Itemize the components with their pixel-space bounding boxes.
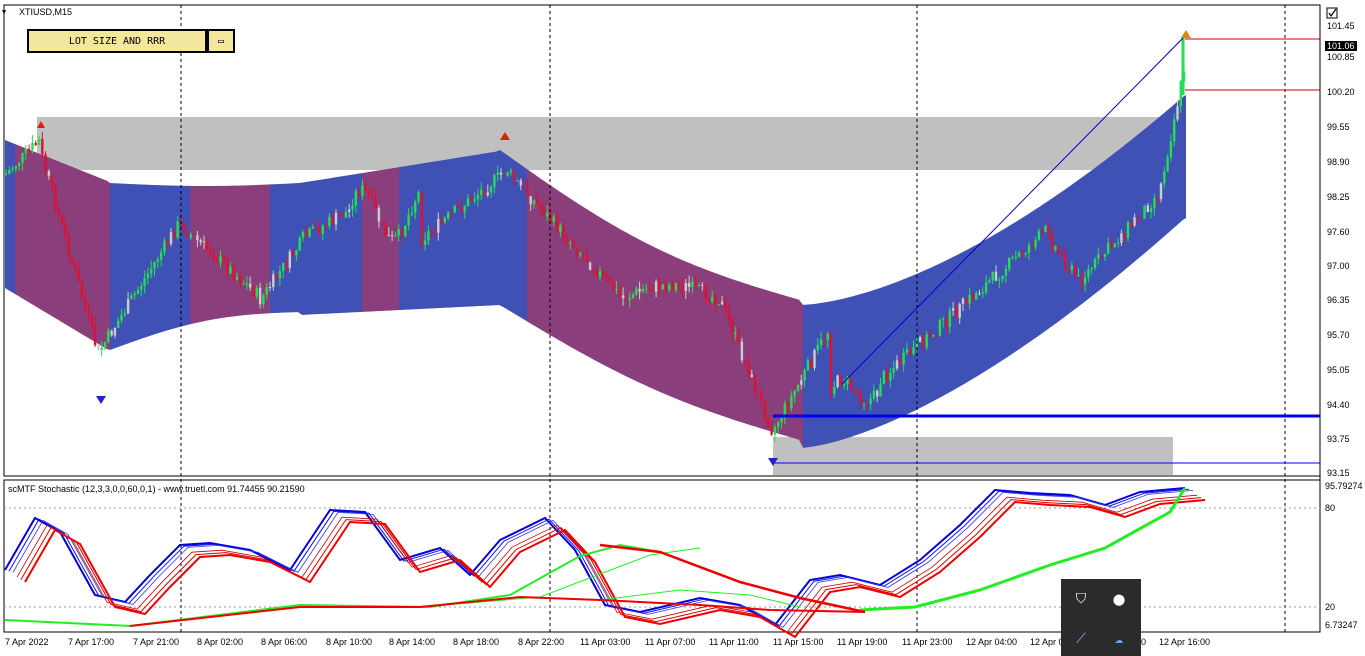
settings-app-icon[interactable]: ⬤ <box>1109 589 1129 609</box>
time-axis-label: 8 Apr 22:00 <box>518 637 565 647</box>
calculator-button[interactable]: ▭ <box>207 29 235 53</box>
price-axis-label: 94.40 <box>1327 400 1350 410</box>
time-axis-label: 8 Apr 06:00 <box>261 637 308 647</box>
price-axis-label: 100.20 <box>1327 87 1355 97</box>
price-axis-label: 100.85 <box>1327 52 1355 62</box>
price-axis-label: 98.25 <box>1327 192 1350 202</box>
time-axis-label: 7 Apr 2022 <box>5 637 49 647</box>
time-axis-label: 8 Apr 02:00 <box>197 637 244 647</box>
feather-app-icon[interactable]: ⟋ <box>1071 629 1091 649</box>
time-axis-label: 8 Apr 18:00 <box>453 637 500 647</box>
price-axis-label: 95.70 <box>1327 330 1350 340</box>
time-axis-label: 12 Apr 16:00 <box>1159 637 1211 647</box>
chart-title: XTIUSD,M15 <box>19 7 73 17</box>
time-axis-label: 12 Apr 04:00 <box>966 637 1018 647</box>
price-axis-label: 97.60 <box>1327 227 1350 237</box>
ind-scale-top: 95.79274 <box>1325 481 1363 491</box>
ind-scale-bottom: 6.73247 <box>1325 620 1358 630</box>
time-axis-label: 11 Apr 15:00 <box>773 637 824 647</box>
ind-scale-80: 80 <box>1325 503 1336 513</box>
defender-icon[interactable]: ⛉ <box>1071 589 1091 609</box>
demand-zone <box>773 437 1173 475</box>
lot-size-rrr-button[interactable]: LOT SIZE AND RRR <box>27 29 207 53</box>
supply-zone <box>37 117 1182 170</box>
price-chart[interactable] <box>0 0 1365 656</box>
price-axis-label: 98.90 <box>1327 157 1350 167</box>
price-axis-label: 101.45 <box>1327 21 1355 31</box>
price-axis-label: 93.15 <box>1327 468 1350 478</box>
time-axis-label: 11 Apr 23:00 <box>902 637 953 647</box>
time-axis-label: 8 Apr 10:00 <box>326 637 373 647</box>
price-axis-label: 99.55 <box>1327 122 1350 132</box>
cloud-icon[interactable]: ☁ <box>1109 629 1129 649</box>
price-axis-label: 96.35 <box>1327 295 1350 305</box>
system-tray-popup[interactable]: ⛉ ⬤ ⟋ ☁ <box>1061 579 1141 656</box>
band-segment <box>190 184 270 325</box>
time-axis-label: 7 Apr 21:00 <box>133 637 180 647</box>
time-axis-label: 8 Apr 14:00 <box>389 637 436 647</box>
time-axis-label: 11 Apr 11:00 <box>709 637 759 647</box>
price-axis-label: 95.05 <box>1327 365 1350 375</box>
indicator-title: scMTF Stochastic (12,3,3,0,0,60,0,1) - w… <box>8 484 305 494</box>
chart-symbol-menu[interactable]: ▼ <box>2 8 6 16</box>
time-axis-label: 7 Apr 17:00 <box>68 637 115 647</box>
time-axis-label: 11 Apr 07:00 <box>645 637 696 647</box>
price-axis-label: 93.75 <box>1327 434 1350 444</box>
band-segment <box>362 167 399 312</box>
time-axis-label: 11 Apr 19:00 <box>837 637 888 647</box>
price-axis-label: 97.00 <box>1327 261 1350 271</box>
band-segment <box>270 173 362 315</box>
calculator-icon: ▭ <box>217 35 225 47</box>
time-axis-label: 11 Apr 03:00 <box>580 637 631 647</box>
band-segment <box>5 140 15 294</box>
band-segment <box>110 183 190 350</box>
ind-scale-20: 20 <box>1325 602 1336 612</box>
lot-size-rrr-label: LOT SIZE AND RRR <box>68 35 166 47</box>
current-price-box: 101.06 <box>1325 41 1357 51</box>
